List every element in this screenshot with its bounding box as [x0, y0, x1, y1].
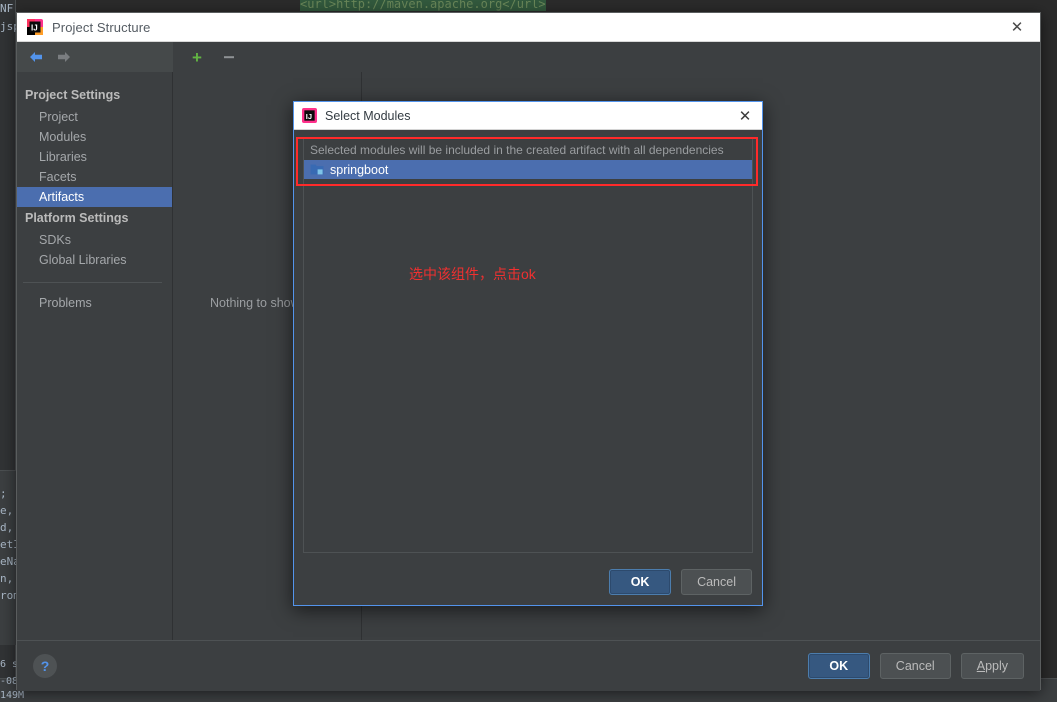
background-code-fragment: n,: [0, 572, 14, 585]
apply-mnemonic: A: [976, 659, 986, 673]
modules-hint-label: Selected modules will be included in the…: [310, 143, 724, 157]
memory-indicator: 149M: [0, 690, 25, 701]
sidebar-item-facets[interactable]: Facets: [17, 167, 172, 187]
close-icon[interactable]: ✕: [994, 13, 1040, 42]
dialog-ok-button[interactable]: OK: [609, 569, 672, 595]
apply-label-rest: pply: [985, 659, 1008, 673]
background-code-fragment: e,: [0, 504, 14, 517]
intellij-idea-icon: IJ: [27, 19, 43, 35]
background-code-fragment: d,: [0, 521, 14, 534]
window-action-buttons: OK Cancel Apply: [807, 653, 1024, 679]
ok-button[interactable]: OK: [807, 653, 870, 679]
code-token-url: <url>http://maven.apache.org</url>: [300, 0, 546, 11]
arrow-left-icon[interactable]: [25, 46, 47, 68]
help-icon[interactable]: ?: [33, 654, 57, 678]
close-icon[interactable]: ✕: [728, 102, 762, 130]
sidebar-item-project[interactable]: Project: [17, 107, 172, 127]
dialog-title-bar: IJ Select Modules ✕: [294, 102, 762, 130]
svg-text:IJ: IJ: [31, 24, 38, 33]
sidebar-item-sdks[interactable]: SDKs: [17, 230, 172, 250]
module-name-label: springboot: [330, 162, 389, 177]
sidebar-item-libraries[interactable]: Libraries: [17, 147, 172, 167]
module-list-item[interactable]: springboot: [304, 160, 752, 179]
dialog-title: Select Modules: [325, 108, 411, 123]
window-title-bar: IJ Project Structure ✕: [17, 13, 1040, 42]
dialog-action-buttons: OK Cancel: [609, 569, 752, 595]
intellij-idea-icon: IJ: [302, 108, 317, 123]
background-text-fragment: NF: [0, 2, 14, 15]
dialog-cancel-button[interactable]: Cancel: [681, 569, 752, 595]
navigation-toolbar: [17, 42, 173, 72]
empty-state-label: Nothing to show: [210, 296, 300, 310]
sidebar-divider: [23, 282, 162, 283]
plus-icon[interactable]: +: [186, 46, 208, 68]
window-bottom-bar: ? OK Cancel Apply: [17, 640, 1040, 691]
module-folder-icon: [310, 163, 324, 176]
apply-button[interactable]: Apply: [960, 653, 1024, 679]
svg-text:IJ: IJ: [306, 112, 312, 121]
sidebar-item-artifacts[interactable]: Artifacts: [17, 187, 172, 207]
arrow-right-icon[interactable]: [53, 46, 75, 68]
sidebar-item-modules[interactable]: Modules: [17, 127, 172, 147]
select-modules-dialog: IJ Select Modules ✕ Selected modules wil…: [293, 101, 763, 606]
modules-list-pane[interactable]: Selected modules will be included in the…: [303, 138, 753, 553]
minus-icon[interactable]: [218, 46, 240, 68]
sidebar-group-project-settings: Project Settings: [25, 88, 121, 102]
settings-sidebar: Project Settings Project Modules Librari…: [17, 72, 173, 640]
sidebar-item-global-libraries[interactable]: Global Libraries: [17, 250, 172, 270]
sidebar-group-platform-settings: Platform Settings: [25, 211, 129, 225]
cancel-button[interactable]: Cancel: [879, 653, 951, 679]
sidebar-item-problems[interactable]: Problems: [17, 293, 172, 313]
window-title: Project Structure: [52, 19, 151, 35]
artifacts-toolbar: +: [174, 42, 1040, 72]
background-code-fragment: ;: [0, 487, 7, 500]
